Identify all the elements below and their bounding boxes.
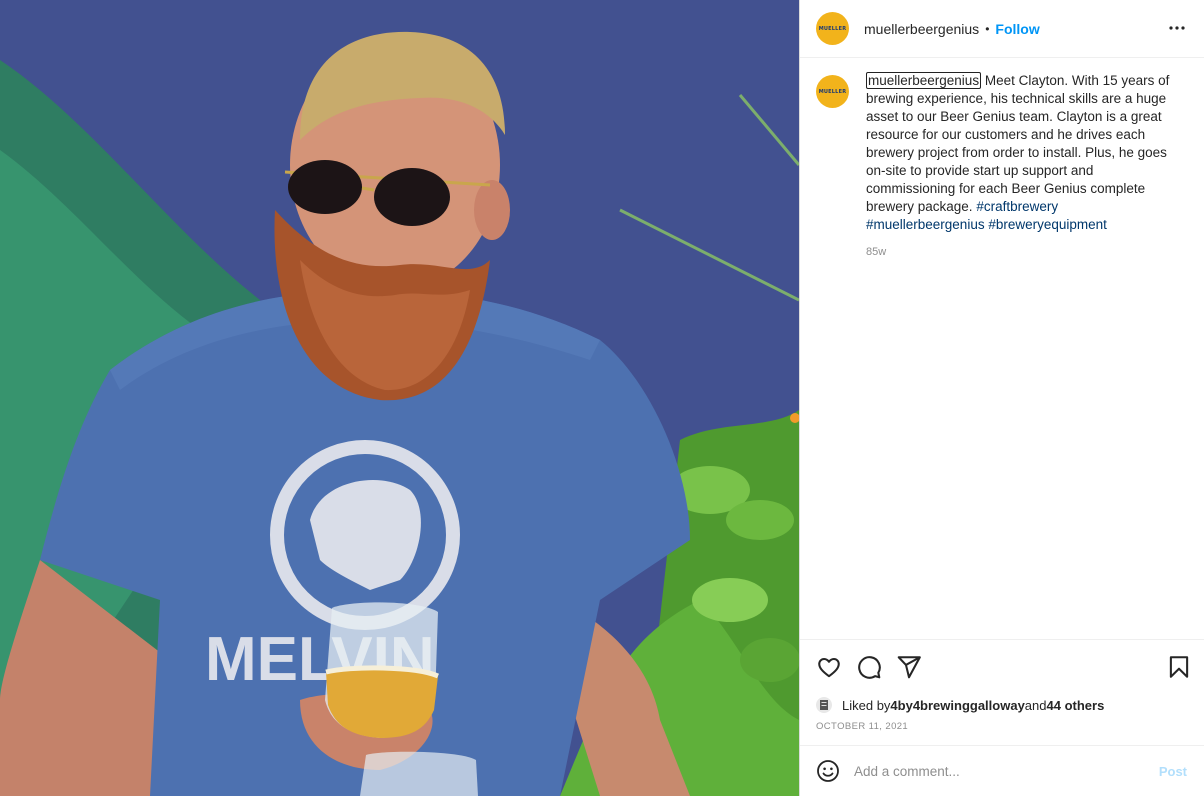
hashtag-link[interactable]: #breweryequipment bbox=[988, 217, 1107, 232]
caption-avatar-logo-text: MUELLER bbox=[818, 88, 847, 95]
heart-icon[interactable] bbox=[816, 654, 842, 680]
post-image: MELVIN bbox=[0, 0, 799, 796]
hashtag-link[interactable]: #craftbrewery bbox=[976, 199, 1058, 214]
bookmark-icon[interactable] bbox=[1166, 654, 1192, 680]
more-horizontal-icon[interactable] bbox=[1167, 18, 1187, 38]
post-age[interactable]: 85w bbox=[866, 243, 1176, 261]
follow-button[interactable]: Follow bbox=[995, 21, 1039, 37]
hashtag-link[interactable]: #muellerbeergenius bbox=[866, 217, 985, 232]
post-header: MUELLER muellerbeergenius • Follow bbox=[800, 0, 1204, 58]
liker-username[interactable]: 4by4brewinggalloway bbox=[890, 698, 1024, 713]
post-caption: MUELLER muellerbeergenius Meet Clayton. … bbox=[816, 72, 1191, 261]
caption-avatar[interactable]: MUELLER bbox=[816, 75, 849, 108]
paper-plane-icon[interactable] bbox=[896, 654, 922, 680]
header-separator: • bbox=[985, 21, 990, 36]
liker-avatar[interactable] bbox=[816, 697, 832, 713]
instagram-post: MELVIN MUELLER muellerbeergenius • Follo… bbox=[0, 0, 1204, 796]
caption-text: Meet Clayton. With 15 years of brewing e… bbox=[866, 73, 1170, 214]
comment-icon[interactable] bbox=[856, 654, 882, 680]
post-comment-button[interactable]: Post bbox=[1159, 764, 1187, 779]
likes-prefix: Liked by bbox=[842, 697, 891, 713]
post-side-panel: MUELLER muellerbeergenius • Follow MUELL… bbox=[799, 0, 1204, 796]
post-date[interactable]: OCTOBER 11, 2021 bbox=[816, 721, 908, 732]
comment-input[interactable] bbox=[854, 763, 1144, 779]
caption-body: muellerbeergenius Meet Clayton. With 15 … bbox=[866, 72, 1176, 261]
likes-conjunction: and bbox=[1024, 697, 1047, 713]
smiley-icon[interactable] bbox=[816, 759, 840, 783]
avatar-logo-text: MUELLER bbox=[818, 25, 847, 32]
comment-box: Post bbox=[800, 745, 1204, 796]
caption-username[interactable]: muellerbeergenius bbox=[866, 72, 982, 89]
likes-summary: Liked by 4by4brewinggalloway and 44 othe… bbox=[816, 697, 1104, 713]
post-photo[interactable]: MELVIN bbox=[0, 0, 799, 796]
likes-others-link[interactable]: 44 others bbox=[1047, 698, 1105, 713]
header-username[interactable]: muellerbeergenius bbox=[864, 21, 979, 37]
avatar[interactable]: MUELLER bbox=[816, 12, 849, 45]
action-bar bbox=[800, 639, 1204, 693]
